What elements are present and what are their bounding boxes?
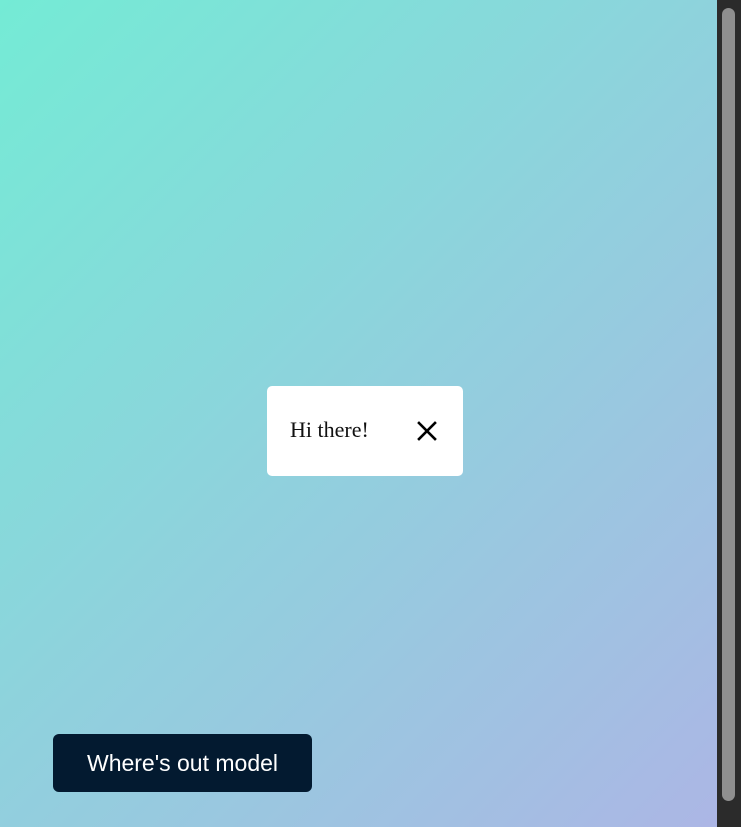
popup-message: Hi there! bbox=[290, 417, 369, 442]
scrollbar-thumb[interactable] bbox=[722, 8, 735, 801]
greeting-popup: Hi there! bbox=[267, 386, 463, 476]
page-background: Hi there! Where's out model bbox=[0, 0, 717, 827]
model-button[interactable]: Where's out model bbox=[53, 734, 312, 792]
close-icon[interactable] bbox=[416, 420, 438, 442]
vertical-scrollbar[interactable] bbox=[717, 0, 741, 827]
